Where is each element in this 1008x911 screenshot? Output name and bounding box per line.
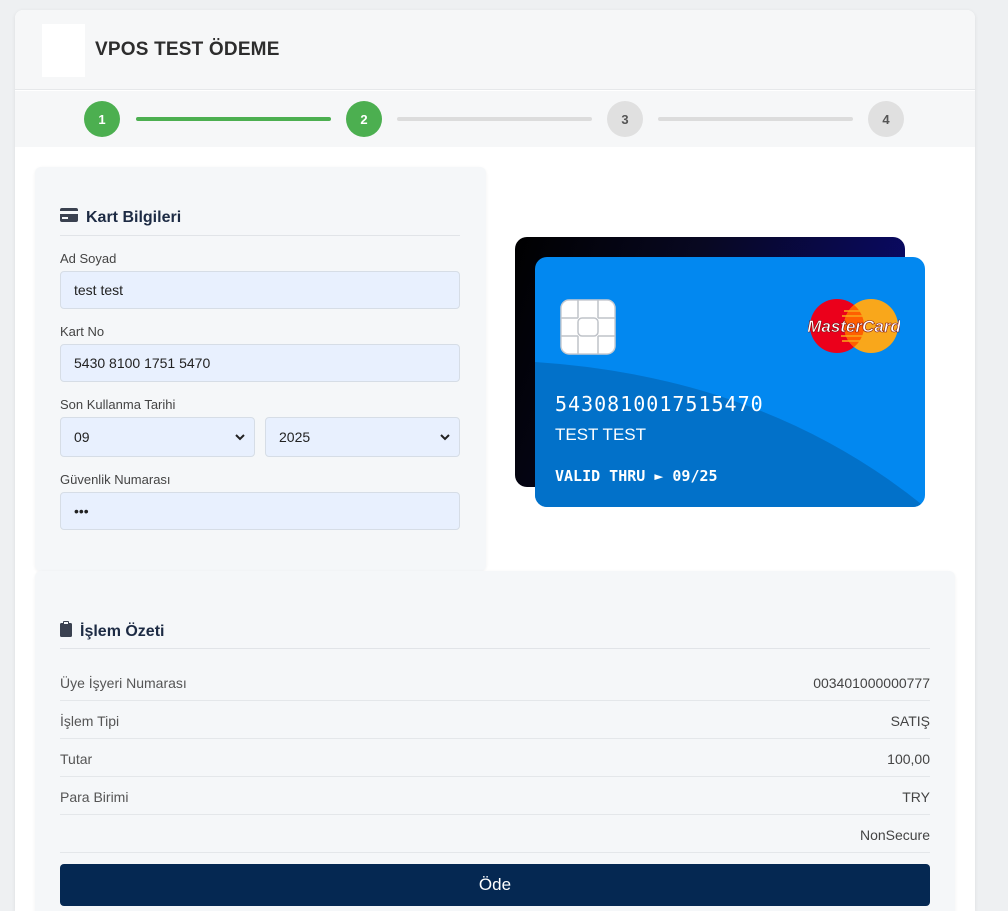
page-header: VPOS TEST ÖDEME: [15, 10, 975, 90]
clipboard-icon: [60, 621, 72, 642]
summary-value: SATIŞ: [890, 713, 930, 729]
summary-value: 100,00: [887, 751, 930, 767]
step-connector-1: [136, 117, 331, 121]
payment-container: VPOS TEST ÖDEME 1 2 3 4 Kart Bilgileri A…: [15, 10, 975, 911]
cvv-input[interactable]: •••: [60, 492, 460, 530]
card-info-title: Kart Bilgileri: [86, 208, 182, 226]
summary-row: NonSecure: [60, 815, 930, 853]
pay-button[interactable]: Öde: [60, 864, 930, 906]
step-1: 1: [84, 101, 120, 137]
card-info-heading: Kart Bilgileri: [60, 208, 181, 227]
mastercard-wordmark: MasterCard: [808, 317, 900, 336]
step-connector-2: [397, 117, 592, 121]
summary-row: Üye İşyeri Numarası 003401000000777: [60, 663, 930, 701]
summary-title: İşlem Özeti: [80, 622, 165, 640]
card-info-panel: Kart Bilgileri Ad Soyad test test Kart N…: [35, 167, 486, 571]
valid-thru-label: VALID THRU ►: [555, 467, 664, 485]
chevron-down-icon: [439, 430, 451, 447]
progress-stepper: 1 2 3 4: [15, 91, 975, 147]
summary-row: İşlem Tipi SATIŞ: [60, 701, 930, 739]
page-title: VPOS TEST ÖDEME: [95, 39, 280, 60]
card-front: MasterCard 5430810017515470 TEST TEST VA…: [535, 257, 925, 507]
chip-icon: [560, 299, 616, 360]
summary-key: Para Birimi: [60, 789, 129, 805]
expiry-label: Son Kullanma Tarihi: [60, 397, 176, 412]
logo: [42, 24, 85, 77]
name-input[interactable]: test test: [60, 271, 460, 309]
summary-heading: İşlem Özeti: [60, 621, 164, 642]
summary-value: 003401000000777: [813, 675, 930, 691]
step-3: 3: [607, 101, 643, 137]
summary-value: NonSecure: [859, 827, 930, 843]
divider: [60, 235, 460, 236]
chevron-down-icon: [234, 430, 246, 447]
name-label: Ad Soyad: [60, 251, 117, 266]
card-number-label: Kart No: [60, 324, 105, 339]
expiry-month-select[interactable]: 09: [60, 417, 255, 457]
mastercard-logo: MasterCard: [807, 297, 902, 360]
summary-row: Para Birimi TRY: [60, 777, 930, 815]
expiry-year-select[interactable]: 2025: [265, 417, 460, 457]
divider: [60, 648, 930, 649]
card-preview: MasterCard 5430810017515470 TEST TEST VA…: [515, 237, 925, 507]
summary-key: İşlem Tipi: [60, 713, 120, 729]
card-preview-valid: VALID THRU ► 09/25: [555, 467, 718, 485]
summary-row: Tutar 100,00: [60, 739, 930, 777]
expiry-year-value: 2025: [279, 429, 311, 445]
expiry-month-value: 09: [74, 429, 90, 445]
credit-card-icon: [60, 208, 78, 227]
step-2: 2: [346, 101, 382, 137]
summary-value: TRY: [902, 789, 930, 805]
cvv-label: Güvenlik Numarası: [60, 472, 171, 487]
card-number-input[interactable]: 5430 8100 1751 5470: [60, 344, 460, 382]
card-preview-number: 5430810017515470: [555, 392, 764, 416]
summary-key: Tutar: [60, 751, 93, 767]
summary-key: Üye İşyeri Numarası: [60, 675, 187, 691]
step-4: 4: [868, 101, 904, 137]
card-preview-holder: TEST TEST: [555, 425, 647, 444]
transaction-summary-panel: İşlem Özeti Üye İşyeri Numarası 00340100…: [35, 571, 955, 911]
valid-thru-value: 09/25: [672, 467, 718, 485]
step-connector-3: [658, 117, 853, 121]
